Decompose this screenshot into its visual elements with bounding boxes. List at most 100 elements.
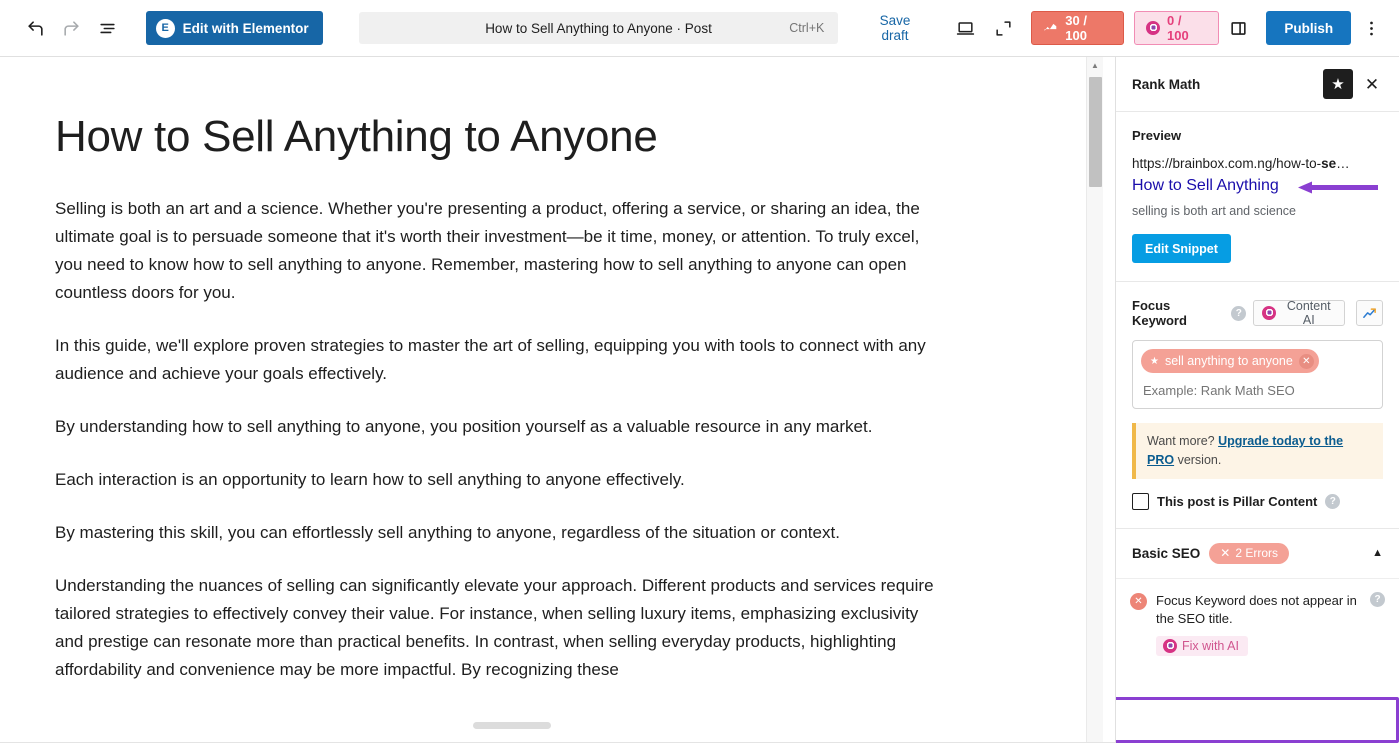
desktop-preview-icon — [956, 21, 975, 35]
snippet-preview-section: Preview https://brainbox.com.ng/how-to-s… — [1116, 112, 1399, 283]
basic-seo-errors-badge: ✕ 2 Errors — [1209, 542, 1290, 564]
command-palette-title: How to Sell Anything to Anyone · Post — [485, 20, 712, 36]
upsell-suffix: version. — [1174, 452, 1222, 467]
basic-seo-title: Basic SEO — [1132, 545, 1201, 561]
rank-math-panel-header: Rank Math ★ ✕ — [1116, 57, 1399, 112]
more-options-button[interactable] — [1353, 10, 1389, 46]
pro-upsell-notice: Want more? Upgrade today to the PRO vers… — [1132, 423, 1383, 479]
chevron-up-icon[interactable]: ▲ — [1372, 547, 1383, 559]
trending-up-icon — [1363, 308, 1376, 318]
preview-button[interactable] — [948, 10, 984, 46]
snippet-url-prefix: https://brainbox.com.ng/how-to- — [1132, 156, 1322, 171]
help-icon[interactable]: ? — [1231, 305, 1247, 321]
error-item-text: Focus Keyword does not appear in the SEO… — [1156, 592, 1357, 627]
scroll-up-arrow-icon[interactable]: ▲ — [1087, 57, 1103, 74]
content-ai-button-label: Content AI — [1286, 299, 1331, 328]
rank-math-sidebar: Rank Math ★ ✕ Preview https://brainbox.c… — [1115, 57, 1399, 743]
error-x-icon: ✕ — [1130, 592, 1147, 610]
post-paragraph[interactable]: Understanding the nuances of selling can… — [55, 572, 945, 684]
fix-with-ai-button[interactable]: Fix with AI — [1156, 636, 1248, 657]
upsell-prefix: Want more? — [1147, 434, 1219, 449]
focus-keyword-label: Focus Keyword — [1132, 298, 1187, 329]
preview-section-label: Preview — [1132, 128, 1182, 143]
focus-keyword-tag-label: sell anything to anyone — [1164, 354, 1293, 369]
horizontal-scroll-thumb[interactable] — [473, 722, 551, 729]
rank-math-logo-icon — [1044, 23, 1057, 31]
undo-button[interactable] — [18, 10, 54, 46]
content-ai-spiral-icon — [1146, 21, 1161, 35]
seo-score-value: 30 / 100 — [1065, 13, 1087, 43]
post-paragraph[interactable]: In this guide, we'll explore proven stra… — [55, 332, 945, 388]
edit-with-elementor-label: Edit with Elementor — [182, 20, 309, 36]
pillar-content-label: This post is Pillar Content — [1157, 493, 1318, 509]
publish-button[interactable]: Publish — [1266, 11, 1352, 45]
post-canvas[interactable]: How to Sell Anything to Anyone Selling i… — [0, 57, 1086, 743]
post-paragraph[interactable]: By understanding how to sell anything to… — [55, 413, 945, 441]
focus-keyword-header: Focus Keyword ? Content AI — [1132, 298, 1383, 328]
post-canvas-wrapper: How to Sell Anything to Anyone Selling i… — [0, 57, 1115, 743]
help-icon[interactable]: ? — [1370, 591, 1385, 607]
document-overview-button[interactable] — [90, 10, 126, 46]
editor-horizontal-scrollbar[interactable] — [0, 720, 1086, 731]
document-overview-icon — [100, 23, 115, 33]
content-ai-score-value: 0 / 100 — [1167, 13, 1189, 43]
pillar-content-row: This post is Pillar Content ? — [1132, 492, 1383, 510]
post-paragraph[interactable]: Each interaction is an opportunity to le… — [55, 466, 945, 494]
command-palette-bar[interactable]: How to Sell Anything to Anyone · Post Ct… — [358, 12, 839, 44]
content-ai-spiral-icon — [1262, 306, 1277, 321]
pillar-content-checkbox[interactable] — [1132, 492, 1149, 510]
snippet-title-row: How to Sell Anything — [1132, 175, 1383, 199]
settings-sidebar-toggle[interactable] — [1221, 10, 1257, 46]
help-icon[interactable]: ? — [1325, 493, 1341, 509]
seo-score-badge[interactable]: 30 / 100 — [1031, 11, 1125, 45]
command-palette-shortcut: Ctrl+K — [789, 21, 825, 35]
rank-math-star-button[interactable]: ★ — [1323, 69, 1353, 99]
editor-toolbar: E Edit with Elementor How to Sell Anythi… — [0, 0, 1399, 57]
basic-seo-errors-label: 2 Errors — [1235, 546, 1279, 561]
undo-arrow-icon — [28, 20, 44, 36]
focus-keyword-input-box[interactable]: ★ sell anything to anyone ✕ — [1132, 340, 1383, 410]
focus-keyword-tag[interactable]: ★ sell anything to anyone ✕ — [1141, 349, 1319, 374]
edit-with-elementor-button[interactable]: E Edit with Elementor — [145, 11, 323, 45]
snippet-description: selling is both art and science — [1132, 204, 1296, 218]
expand-view-icon — [996, 20, 1011, 36]
basic-seo-error-item: ✕ Focus Keyword does not appear in the S… — [1116, 577, 1399, 671]
redo-button[interactable] — [54, 10, 90, 46]
post-paragraph[interactable]: By mastering this skill, you can effortl… — [55, 519, 945, 547]
keyword-trends-button[interactable] — [1356, 300, 1383, 327]
close-icon: ✕ — [1364, 74, 1380, 94]
vertical-scroll-thumb[interactable] — [1089, 77, 1102, 187]
content-ai-spiral-icon — [1163, 639, 1177, 654]
star-icon: ★ — [1150, 355, 1159, 367]
purple-highlight-box-annotation — [1116, 697, 1399, 743]
toolbar-right-group: 30 / 100 0 / 100 Publish — [948, 10, 1389, 46]
edit-snippet-button[interactable]: Edit Snippet — [1132, 234, 1231, 264]
focus-keyword-section: Focus Keyword ? Content AI ★ sell anythi… — [1116, 282, 1399, 529]
content-ai-button[interactable]: Content AI — [1253, 299, 1346, 328]
snippet-url-keyword: se — [1321, 156, 1337, 171]
editor-body: How to Sell Anything to Anyone Selling i… — [0, 57, 1399, 743]
sidebar-toggle-icon — [1231, 21, 1246, 35]
post-title[interactable]: How to Sell Anything to Anyone — [55, 111, 1030, 163]
content-ai-score-badge[interactable]: 0 / 100 — [1134, 11, 1219, 45]
purple-left-arrow-annotation — [1298, 181, 1378, 194]
basic-seo-header[interactable]: Basic SEO ✕ 2 Errors ▲ — [1116, 529, 1399, 578]
snippet-url: https://brainbox.com.ng/how-to-se… — [1132, 156, 1383, 171]
snippet-url-suffix: … — [1336, 156, 1350, 171]
wordpress-block-editor: E Edit with Elementor How to Sell Anythi… — [0, 0, 1399, 743]
rank-math-close-button[interactable]: ✕ — [1357, 69, 1387, 99]
save-draft-button[interactable]: Save draft — [864, 13, 925, 43]
kebab-menu-icon — [1369, 21, 1373, 35]
star-icon: ★ — [1331, 76, 1345, 93]
rank-math-panel-title: Rank Math — [1132, 76, 1201, 92]
editor-vertical-scrollbar[interactable]: ▲ — [1086, 57, 1103, 743]
snippet-title[interactable]: How to Sell Anything — [1132, 175, 1279, 197]
focus-keyword-input[interactable] — [1141, 382, 1374, 400]
x-icon: ✕ — [1220, 546, 1231, 561]
fix-with-ai-label: Fix with AI — [1182, 639, 1239, 654]
post-paragraph[interactable]: Selling is both an art and a science. Wh… — [55, 195, 945, 307]
fullscreen-button[interactable] — [986, 10, 1022, 46]
elementor-logo-icon: E — [155, 18, 175, 38]
remove-keyword-icon[interactable]: ✕ — [1298, 353, 1314, 369]
error-item-body: Focus Keyword does not appear in the SEO… — [1156, 592, 1361, 659]
